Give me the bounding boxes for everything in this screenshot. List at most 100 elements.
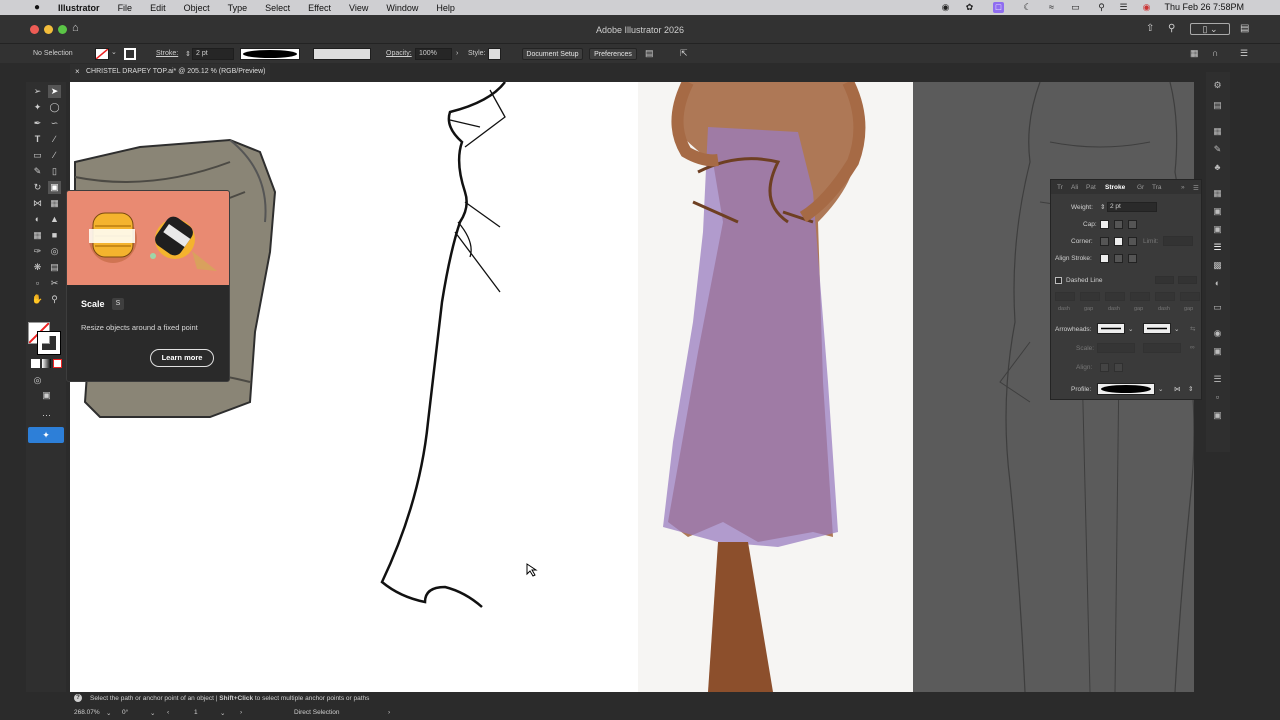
panel-menu-icon[interactable]: ☰ bbox=[1193, 184, 1199, 192]
properties-icon[interactable]: ⚙ bbox=[1212, 80, 1223, 91]
selection-tool-icon[interactable]: ➢ bbox=[31, 85, 44, 98]
menu-select[interactable]: Select bbox=[256, 3, 299, 13]
symbols-icon[interactable]: ♣ bbox=[1212, 162, 1223, 173]
scale-tool-icon[interactable]: ▣ bbox=[48, 181, 61, 194]
menu-help[interactable]: Help bbox=[427, 3, 464, 13]
help-icon[interactable]: ? bbox=[74, 694, 82, 702]
gap-input-1[interactable] bbox=[1080, 292, 1100, 301]
brushes-icon[interactable]: ✎ bbox=[1212, 144, 1223, 155]
hand-tool-icon[interactable]: ✋ bbox=[31, 293, 44, 306]
free-transform-icon[interactable]: ▦ bbox=[48, 197, 61, 210]
opacity-arrow-icon[interactable]: › bbox=[456, 50, 458, 57]
transform-icon[interactable]: ∩ bbox=[1212, 48, 1218, 58]
brush-definition[interactable] bbox=[313, 48, 371, 60]
rotation-dropdown-icon[interactable]: ⌄ bbox=[150, 709, 155, 717]
rotation-value[interactable]: 0° bbox=[122, 709, 128, 716]
tab-stroke[interactable]: Stroke bbox=[1105, 184, 1125, 191]
stroke-color-box[interactable] bbox=[37, 331, 61, 355]
creative-cloud-icon[interactable]: ✿ bbox=[964, 2, 975, 13]
artboard-dropdown-icon[interactable]: ⌄ bbox=[220, 709, 225, 717]
search-help-icon[interactable]: ⚲ bbox=[1168, 23, 1175, 34]
eyedropper-icon[interactable]: ✑ bbox=[31, 245, 44, 258]
flip-across-icon[interactable]: ⇕ bbox=[1188, 385, 1193, 393]
generative-ai-icon[interactable]: ✦ bbox=[28, 427, 64, 443]
panel-collapse-icon[interactable]: » bbox=[1181, 184, 1185, 191]
search-icon[interactable]: ⚲ bbox=[1096, 2, 1107, 13]
artboard-number[interactable]: 1 bbox=[194, 709, 198, 716]
libraries-icon[interactable]: ▦ bbox=[1212, 126, 1223, 137]
screen-share-icon[interactable]: □ bbox=[993, 2, 1004, 13]
arrange-icon[interactable]: ▤ bbox=[645, 48, 654, 59]
color-guide-icon[interactable]: ◉ bbox=[1212, 328, 1223, 339]
dash-preserve-button[interactable] bbox=[1155, 276, 1174, 284]
magic-wand-icon[interactable]: ✦ bbox=[31, 101, 44, 114]
round-join-button[interactable] bbox=[1114, 237, 1123, 246]
learn-more-button[interactable]: Learn more bbox=[150, 349, 214, 367]
align-center-button[interactable] bbox=[1100, 254, 1109, 263]
artboards-icon[interactable]: ▫ bbox=[1212, 392, 1223, 403]
menu-edit[interactable]: Edit bbox=[141, 3, 175, 13]
export-icon[interactable]: ⇱ bbox=[680, 48, 688, 59]
line-tool-icon[interactable]: ∕ bbox=[48, 133, 61, 146]
next-artboard-icon[interactable]: › bbox=[240, 709, 242, 716]
workspace-switcher[interactable]: ▯ ⌄ bbox=[1190, 23, 1230, 35]
weight-input[interactable]: 2 pt bbox=[1107, 202, 1157, 212]
align-panel-icon[interactable]: ▦ bbox=[1212, 188, 1223, 199]
arrow-tip-end-button[interactable] bbox=[1114, 363, 1123, 372]
dash-input-3[interactable] bbox=[1155, 292, 1175, 301]
menu-view[interactable]: View bbox=[340, 3, 377, 13]
curvature-tool-icon[interactable]: ∽ bbox=[48, 117, 61, 130]
tab-transform[interactable]: Tr bbox=[1057, 184, 1063, 191]
slice-tool-icon[interactable]: ✂ bbox=[48, 277, 61, 290]
start-arrowhead-dropdown-icon[interactable]: ⌄ bbox=[1128, 325, 1133, 333]
fill-swatch[interactable] bbox=[95, 48, 109, 60]
projecting-cap-button[interactable] bbox=[1128, 220, 1137, 229]
rotate-tool-icon[interactable]: ↻ bbox=[31, 181, 44, 194]
battery-icon[interactable]: ▭ bbox=[1070, 2, 1081, 13]
color-mode-icon[interactable] bbox=[31, 359, 40, 368]
record-icon[interactable]: ◉ bbox=[940, 2, 951, 13]
close-tab-icon[interactable]: × bbox=[75, 64, 80, 80]
flip-along-icon[interactable]: ⋈ bbox=[1174, 385, 1181, 393]
link-scale-icon[interactable]: ∞ bbox=[1190, 344, 1195, 351]
transform-panel-icon[interactable]: ▣ bbox=[1212, 206, 1223, 217]
document-setup-button[interactable]: Document Setup bbox=[522, 48, 583, 60]
menu-object[interactable]: Object bbox=[175, 3, 219, 13]
end-arrowhead-select[interactable] bbox=[1143, 323, 1171, 334]
limit-input[interactable] bbox=[1163, 236, 1193, 246]
dashed-line-checkbox[interactable] bbox=[1055, 277, 1062, 284]
blend-tool-icon[interactable]: ◎ bbox=[48, 245, 61, 258]
moon-icon[interactable]: ☾ bbox=[1022, 2, 1033, 13]
menu-type[interactable]: Type bbox=[219, 3, 257, 13]
tab-align[interactable]: Ali bbox=[1071, 184, 1078, 191]
stroke-panel-icon[interactable]: ☰ bbox=[1212, 242, 1223, 253]
column-graph-icon[interactable]: ▤ bbox=[48, 261, 61, 274]
none-mode-icon[interactable] bbox=[53, 359, 62, 368]
bevel-join-button[interactable] bbox=[1128, 237, 1137, 246]
paintbrush-icon[interactable]: ∕ bbox=[48, 149, 61, 162]
fill-dropdown-icon[interactable]: ⌄ bbox=[111, 48, 120, 60]
butt-cap-button[interactable] bbox=[1100, 220, 1109, 229]
apple-menu-icon[interactable]: ● bbox=[0, 2, 49, 13]
gradient-panel-icon[interactable]: ▩ bbox=[1212, 260, 1223, 271]
canvas-area[interactable] bbox=[70, 82, 1194, 692]
stroke-label[interactable]: Stroke: bbox=[156, 50, 178, 57]
start-arrowhead-select[interactable] bbox=[1097, 323, 1125, 334]
variable-width-profile[interactable] bbox=[240, 48, 300, 60]
weight-stepper-icon[interactable]: ⇕ bbox=[1100, 203, 1105, 211]
dash-input-1[interactable] bbox=[1055, 292, 1075, 301]
pencil-icon[interactable]: ✎ bbox=[31, 165, 44, 178]
line-art-gown[interactable] bbox=[370, 82, 570, 612]
menu-file[interactable]: File bbox=[109, 3, 142, 13]
menu-effect[interactable]: Effect bbox=[299, 3, 340, 13]
swap-arrowheads-icon[interactable]: ⇆ bbox=[1190, 325, 1195, 333]
pen-tool-icon[interactable]: ✒ bbox=[31, 117, 44, 130]
gap-input-3[interactable] bbox=[1180, 292, 1200, 301]
asset-export-icon[interactable]: ▣ bbox=[1212, 410, 1223, 421]
artboard[interactable] bbox=[70, 82, 913, 692]
status-menu-icon[interactable]: › bbox=[388, 709, 390, 716]
screen-mode-icon[interactable]: ▣ bbox=[40, 389, 53, 402]
mesh-tool-icon[interactable]: ▦ bbox=[31, 229, 44, 242]
width-profile-select[interactable] bbox=[1097, 383, 1155, 395]
dash-input-2[interactable] bbox=[1105, 292, 1125, 301]
